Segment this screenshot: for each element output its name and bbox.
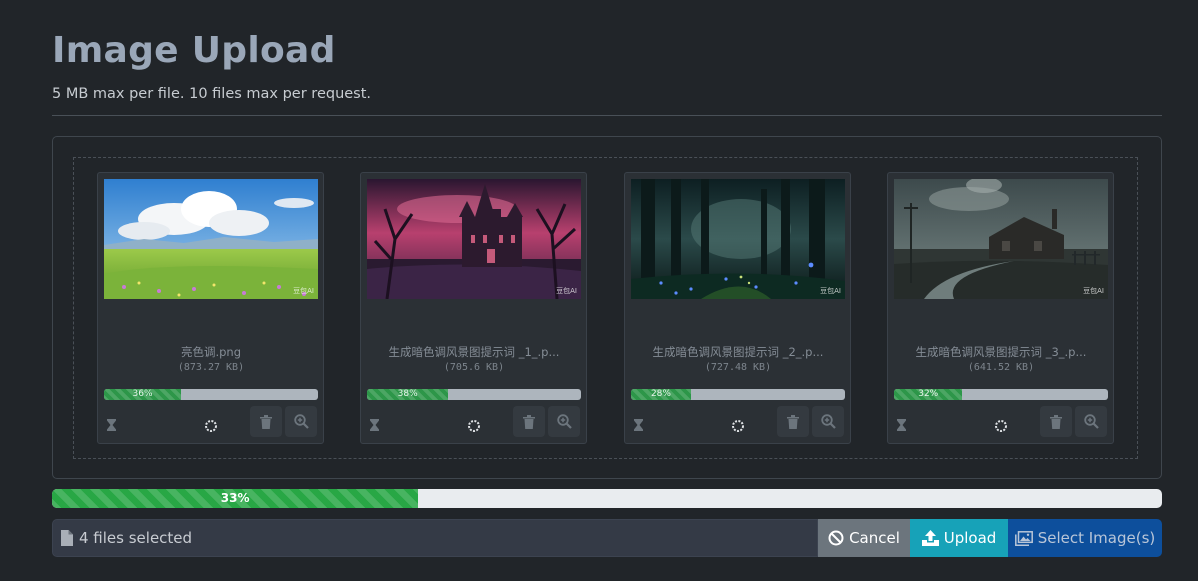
file-icon	[61, 530, 73, 546]
thumbnail-card: 豆包AI 生成暗色调风景图提示词 _2_.p... (727.48 KB) 28…	[624, 172, 851, 444]
file-progress-label: 38%	[367, 389, 449, 400]
spinner-icon	[205, 420, 217, 432]
file-size: (727.48 KB)	[704, 362, 772, 373]
trash-icon	[260, 414, 272, 429]
remove-file-button[interactable]	[250, 406, 282, 437]
file-progress-label: 28%	[631, 389, 691, 400]
thumbnail-image: 豆包AI	[367, 179, 581, 299]
hourglass-icon	[634, 419, 643, 431]
file-name: 生成暗色调风景图提示词 _3_.p...	[915, 345, 1087, 359]
file-progress-bar: 36%	[104, 389, 318, 400]
hourglass-icon	[897, 419, 906, 431]
zoom-in-icon	[820, 414, 836, 429]
select-images-label: Select Image(s)	[1037, 529, 1156, 547]
zoom-in-icon	[1083, 414, 1099, 429]
spinner-icon	[468, 420, 480, 432]
overall-progress-label: 33%	[52, 489, 419, 508]
file-size: (873.27 KB)	[177, 362, 245, 373]
images-icon	[1014, 530, 1033, 546]
select-images-button[interactable]: Select Image(s)	[1008, 519, 1162, 557]
upload-panel: 豆包AI 亮色调.png (873.27 KB) 36% 豆包AI 生成暗色调风…	[52, 136, 1162, 479]
watermark: 豆包AI	[1083, 287, 1104, 295]
file-progress-bar: 28%	[631, 389, 845, 400]
page-subtitle: 5 MB max per file. 10 files max per requ…	[52, 86, 372, 102]
thumbnail-card: 豆包AI 亮色调.png (873.27 KB) 36%	[97, 172, 324, 444]
zoom-file-button[interactable]	[548, 406, 580, 437]
ban-icon	[828, 530, 844, 546]
overall-progress-bar: 33%	[52, 489, 1162, 508]
trash-icon	[1050, 414, 1062, 429]
zoom-file-button[interactable]	[1075, 406, 1107, 437]
file-progress-bar: 32%	[894, 389, 1108, 400]
trash-icon	[523, 414, 535, 429]
remove-file-button[interactable]	[777, 406, 809, 437]
upload-button[interactable]: Upload	[910, 519, 1008, 557]
file-caption-text: 4 files selected	[79, 529, 193, 547]
remove-file-button[interactable]	[513, 406, 545, 437]
zoom-in-icon	[556, 414, 572, 429]
zoom-file-button[interactable]	[285, 406, 317, 437]
hourglass-icon	[107, 419, 116, 431]
file-progress-label: 32%	[894, 389, 963, 400]
file-caption: 4 files selected	[52, 519, 818, 557]
trash-icon	[787, 414, 799, 429]
spinner-icon	[732, 420, 744, 432]
file-name: 亮色调.png	[180, 345, 242, 359]
cancel-label: Cancel	[849, 529, 900, 547]
file-size: (705.6 KB)	[443, 362, 505, 373]
upload-label: Upload	[943, 529, 997, 547]
thumbnail-card: 豆包AI 生成暗色调风景图提示词 _1_.p... (705.6 KB) 38%	[360, 172, 587, 444]
divider	[52, 115, 1162, 116]
thumbnail-image: 豆包AI	[631, 179, 845, 299]
watermark: 豆包AI	[293, 287, 314, 295]
watermark: 豆包AI	[556, 287, 577, 295]
remove-file-button[interactable]	[1040, 406, 1072, 437]
file-name: 生成暗色调风景图提示词 _2_.p...	[652, 345, 824, 359]
page-title: Image Upload	[52, 30, 336, 71]
file-name: 生成暗色调风景图提示词 _1_.p...	[388, 345, 560, 359]
thumbnail-image: 豆包AI	[104, 179, 318, 299]
watermark: 豆包AI	[820, 287, 841, 295]
file-progress-bar: 38%	[367, 389, 581, 400]
cancel-button[interactable]: Cancel	[818, 519, 910, 557]
file-progress-label: 36%	[104, 389, 182, 400]
thumbnail-image: 豆包AI	[894, 179, 1108, 299]
file-size: (641.52 KB)	[967, 362, 1035, 373]
spinner-icon	[995, 420, 1007, 432]
hourglass-icon	[370, 419, 379, 431]
upload-icon	[921, 530, 939, 546]
zoom-in-icon	[293, 414, 309, 429]
zoom-file-button[interactable]	[812, 406, 844, 437]
drop-zone[interactable]: 豆包AI 亮色调.png (873.27 KB) 36% 豆包AI 生成暗色调风…	[73, 157, 1138, 459]
thumbnail-card: 豆包AI 生成暗色调风景图提示词 _3_.p... (641.52 KB) 32…	[887, 172, 1114, 444]
